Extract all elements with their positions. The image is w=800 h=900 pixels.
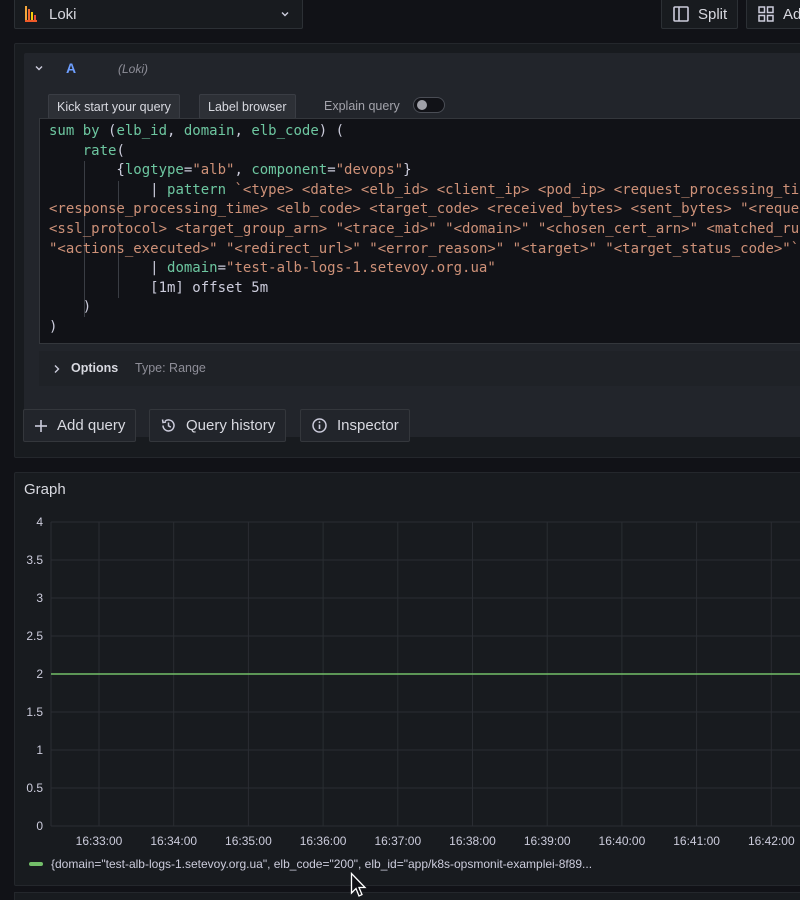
y-tick-label: 2.5 bbox=[26, 629, 43, 643]
datasource-picker[interactable]: Loki bbox=[14, 0, 303, 29]
split-button[interactable]: Split bbox=[661, 0, 738, 29]
x-tick-label: 16:34:00 bbox=[150, 834, 197, 848]
chevron-down-icon bbox=[281, 12, 289, 17]
x-tick-label: 16:39:00 bbox=[524, 834, 571, 848]
graph-chart[interactable]: 0 0.5 1 1.5 2 2.5 3 3.5 4 16:33:00 16:34:00 16:35:0… bbox=[15, 473, 800, 853]
query-history-button[interactable]: Query history bbox=[149, 409, 287, 442]
explore-toolbar: Loki Split Add bbox=[0, 0, 800, 32]
y-tick-label: 1 bbox=[36, 743, 43, 757]
split-label: Split bbox=[698, 5, 728, 23]
x-tick-label: 16:33:00 bbox=[76, 834, 123, 848]
label-browser-button[interactable]: Label browser bbox=[199, 94, 296, 119]
add-panel-button[interactable]: Add bbox=[746, 0, 800, 29]
graph-legend[interactable]: {domain="test-alb-logs-1.setevoy.org.ua"… bbox=[29, 857, 592, 871]
graph-panel: Graph 0 0.5 1 1.5 2 2.5 3 3.5 4 16:33:00 16:34:00 1… bbox=[14, 472, 800, 886]
legend-series-label: {domain="test-alb-logs-1.setevoy.org.ua"… bbox=[51, 857, 593, 871]
y-tick-label: 4 bbox=[36, 515, 43, 529]
plus-icon bbox=[35, 419, 47, 432]
query-editor-panel: A (Loki) Kick start your query Label bro… bbox=[14, 43, 800, 458]
add-query-label: Add query bbox=[57, 417, 126, 434]
y-tick-label: 0.5 bbox=[26, 781, 43, 795]
inspector-label: Inspector bbox=[337, 417, 399, 434]
x-tick-label: 16:37:00 bbox=[374, 834, 421, 848]
y-tick-label: 2 bbox=[36, 667, 43, 681]
x-tick-label: 16:41:00 bbox=[673, 834, 720, 848]
kick-start-button[interactable]: Kick start your query bbox=[48, 94, 180, 119]
mouse-cursor-icon bbox=[350, 872, 367, 897]
query-code: sum by (elb_id, domain, elb_code) ( rate… bbox=[49, 123, 800, 335]
x-tick-label: 16:38:00 bbox=[449, 834, 496, 848]
query-datasource-hint: (Loki) bbox=[118, 62, 149, 76]
query-options-row[interactable]: Options Type: Range bbox=[39, 351, 800, 386]
add-query-button[interactable]: Add query bbox=[23, 409, 137, 442]
info-circle-icon bbox=[312, 418, 327, 433]
inspector-button[interactable]: Inspector bbox=[300, 409, 410, 442]
datasource-name: Loki bbox=[49, 5, 77, 23]
x-tick-label: 16:40:00 bbox=[599, 834, 646, 848]
history-icon bbox=[161, 419, 175, 432]
explain-query-toggle[interactable] bbox=[413, 97, 445, 113]
y-tick-label: 3.5 bbox=[26, 553, 43, 567]
x-tick-label: 16:35:00 bbox=[225, 834, 272, 848]
legend-swatch bbox=[29, 862, 43, 866]
x-tick-label: 16:42:00 bbox=[748, 834, 795, 848]
query-ref-id[interactable]: A bbox=[66, 60, 76, 76]
x-tick-label: 16:36:00 bbox=[300, 834, 347, 848]
y-tick-label: 0 bbox=[36, 819, 43, 833]
add-label: Add bbox=[783, 5, 800, 23]
next-panel-edge bbox=[14, 892, 800, 900]
chevron-right-icon bbox=[54, 365, 60, 373]
y-tick-label: 1.5 bbox=[26, 705, 43, 719]
loki-logo-icon bbox=[25, 6, 37, 22]
query-code-editor[interactable]: sum by (elb_id, domain, elb_code) ( rate… bbox=[39, 118, 800, 344]
options-type: Type: Range bbox=[135, 361, 206, 375]
toggle-knob bbox=[417, 100, 427, 110]
chevron-down-icon[interactable] bbox=[34, 63, 44, 73]
query-history-label: Query history bbox=[186, 417, 276, 434]
split-icon bbox=[673, 6, 689, 22]
grid-icon bbox=[758, 6, 774, 22]
y-tick-label: 3 bbox=[36, 591, 43, 605]
options-label: Options bbox=[71, 361, 119, 375]
explain-query-label: Explain query bbox=[324, 99, 400, 113]
